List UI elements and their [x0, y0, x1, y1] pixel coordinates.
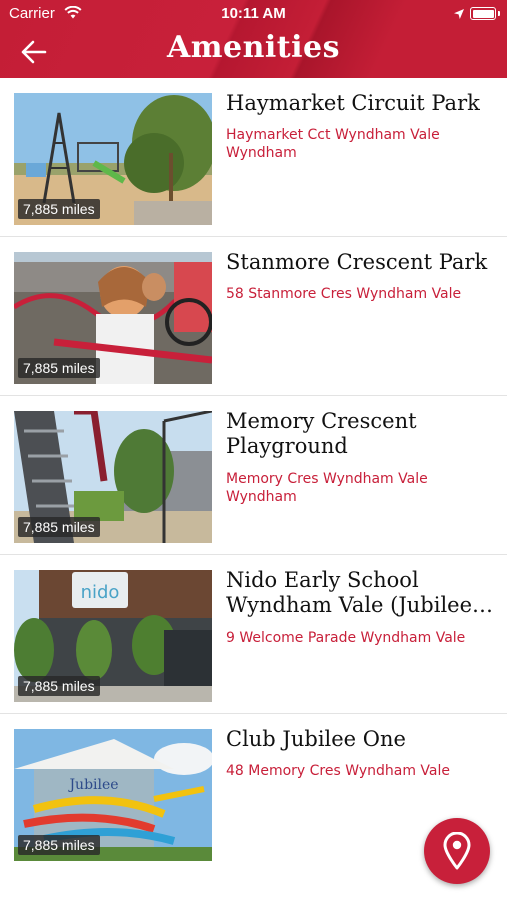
amenity-address: 58 Stanmore Cres Wyndham Vale	[226, 286, 462, 302]
clock: 10:11 AM	[221, 5, 286, 22]
navigation-header: Carrier 10:11 AM Amenities	[0, 0, 507, 78]
amenity-photo: 7,885 miles	[14, 93, 212, 225]
status-bar: Carrier 10:11 AM	[0, 0, 507, 28]
amenity-photo: Jubilee 7,885 miles	[14, 729, 212, 861]
amenity-name: Haymarket Circuit Park	[226, 91, 480, 115]
svg-text:nido: nido	[81, 582, 120, 603]
location-arrow-icon	[453, 7, 465, 24]
distance-badge: 7,885 miles	[18, 676, 100, 696]
amenity-photo: 7,885 miles	[14, 411, 212, 543]
distance-badge: 7,885 miles	[18, 517, 100, 537]
amenity-address: 9 Welcome Parade Wyndham Vale	[226, 630, 466, 646]
distance-badge: 7,885 miles	[18, 358, 100, 378]
amenity-name: Stanmore Crescent Park	[226, 250, 488, 274]
page-title: Amenities	[166, 30, 341, 65]
list-item[interactable]: nido 7,885 miles Nido Early School Wyndh…	[0, 555, 507, 714]
distance-badge: 7,885 miles	[18, 835, 100, 855]
amenity-photo: 7,885 miles	[14, 252, 212, 384]
svg-text:Jubilee: Jubilee	[67, 777, 118, 793]
list-item[interactable]: 7,885 miles Memory Crescent Playground M…	[0, 396, 507, 555]
amenity-photo: nido 7,885 miles	[14, 570, 212, 702]
battery-icon	[470, 7, 500, 20]
amenity-address: Haymarket Cct Wyndham Vale Wyndham	[226, 127, 440, 161]
amenity-name: Club Jubilee One	[226, 727, 406, 751]
map-view-button[interactable]	[424, 818, 490, 884]
map-pin-icon	[443, 832, 471, 870]
amenity-name: Nido Early School Wyndham Vale (Jubilee …	[226, 568, 473, 617]
amenity-name: Memory Crescent Playground	[226, 409, 417, 458]
list-item[interactable]: 7,885 miles Stanmore Crescent Park 58 St…	[0, 237, 507, 396]
amenities-list: 7,885 miles Haymarket Circuit Park Hayma…	[0, 78, 507, 872]
distance-badge: 7,885 miles	[18, 199, 100, 219]
amenity-address: 48 Memory Cres Wyndham Vale	[226, 763, 450, 779]
amenity-address: Memory Cres Wyndham Vale Wyndham	[226, 471, 428, 505]
list-item[interactable]: 7,885 miles Haymarket Circuit Park Hayma…	[0, 78, 507, 237]
